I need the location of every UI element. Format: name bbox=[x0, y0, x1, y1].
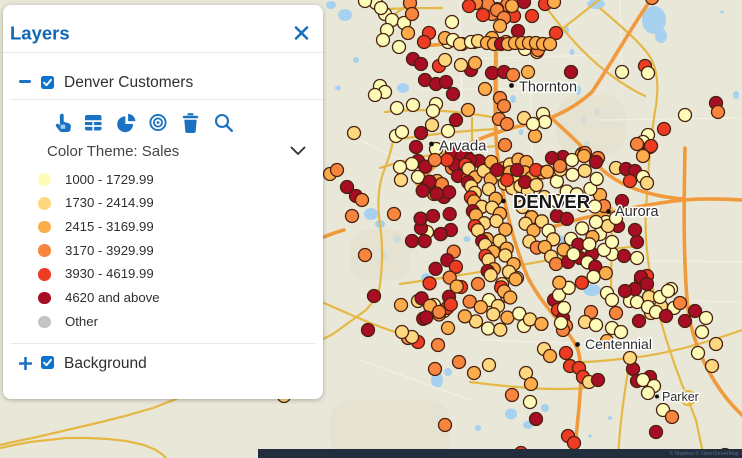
svg-text:Centennial: Centennial bbox=[585, 336, 652, 352]
svg-text:DENVER: DENVER bbox=[513, 191, 590, 212]
svg-text:Thornton: Thornton bbox=[519, 80, 577, 96]
svg-text:Parker: Parker bbox=[662, 390, 699, 404]
svg-text:Aurora: Aurora bbox=[615, 204, 659, 220]
svg-text:Arvada: Arvada bbox=[439, 138, 487, 155]
